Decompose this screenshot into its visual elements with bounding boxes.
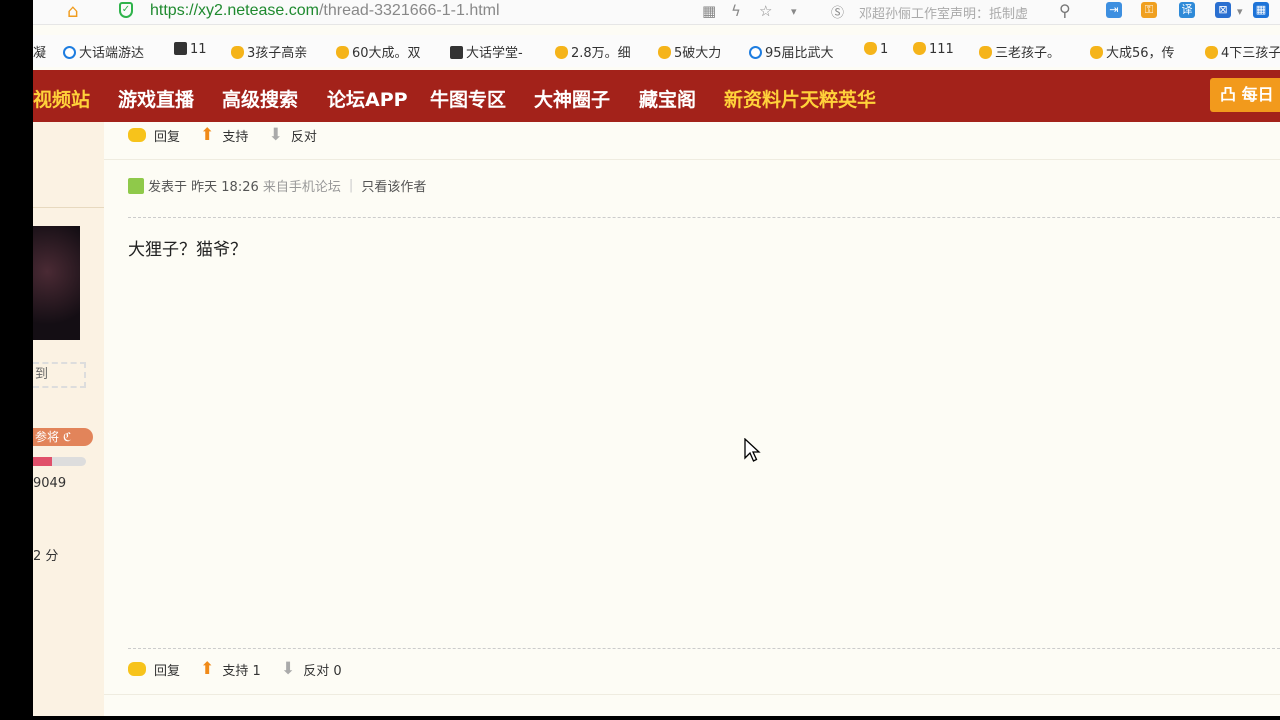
post-time: 昨天 18:26 [191,180,259,195]
support-button[interactable]: 支持 [222,126,248,145]
arrow-up-icon: ⬆ [200,659,215,679]
login-icon[interactable]: ⇥ [1106,2,1122,18]
bookmark-star-icon [231,46,244,59]
bookmark-item[interactable]: 5破大力 [658,42,721,61]
bookmark-item[interactable]: 4下三孩子 [1205,42,1280,61]
bookmark-star-icon [555,46,568,59]
url-path: /thread-3321666-1-1.html [318,2,500,19]
bookmark-item[interactable]: 3孩子高亲 [231,42,307,61]
bookmark-item[interactable]: 大成56，传 [1090,42,1175,61]
separator: | [348,178,354,193]
nav-video-station[interactable]: 视频站 [33,85,90,112]
stat-value: 9049 [33,476,67,491]
ssearch-icon: Ⓢ [831,6,845,21]
support-button[interactable]: 支持 1 [222,660,260,679]
arrow-down-icon: ⬇ [268,125,283,145]
url-field[interactable]: https://xy2.netease.com/thread-3321666-1… [150,2,500,20]
home-icon[interactable]: ⌂ [67,1,78,22]
qr-code-icon[interactable]: ▦ [702,2,716,20]
ie-icon [749,46,762,59]
post-actions-top: 回复 ⬆ 支持 ⬇ 反对 [128,125,317,149]
divider [128,648,1280,649]
game-icon [174,42,187,55]
author-sidebar [33,122,104,716]
bookmark-star-icon [979,46,992,59]
oppose-button[interactable]: 反对 [291,126,317,145]
divider [104,159,1280,160]
nav-treasure[interactable]: 藏宝阁 [639,85,696,112]
nav-live[interactable]: 游戏直播 [118,85,194,112]
reply-button[interactable]: 回复 [154,126,180,145]
bookmark-item[interactable]: 凝 [33,42,46,61]
bookmark-star-icon [1205,46,1218,59]
checkin-button[interactable]: 到 [33,362,86,388]
rank-badge: 参将 ℭ [33,428,93,446]
grid-app-icon[interactable]: ▦ [1253,2,1269,18]
chevron-down-icon[interactable]: ▾ [791,5,797,18]
search-icon[interactable]: ⚲ [1059,1,1071,20]
bookmark-item[interactable]: 2.8万。细 [555,42,631,61]
ie-icon [63,46,76,59]
divider [33,207,104,208]
bookmark-item[interactable]: 111 [913,42,954,57]
nav-advanced-search[interactable]: 高级搜索 [222,85,298,112]
post-body: 大狸子？猫爷？ [128,240,247,260]
nav-pictures[interactable]: 牛图专区 [430,85,506,112]
nav-new-expansion[interactable]: 新资料片天粹英华 [724,85,876,112]
bookmark-item[interactable]: 大话端游达 [63,42,144,61]
arrow-down-icon: ⬇ [280,659,296,679]
swirl-icon: ℭ [62,430,72,444]
author-only-link[interactable]: 只看该作者 [361,180,426,195]
bookmark-item[interactable]: 三老孩子。 [979,42,1060,61]
level-progress [33,457,86,466]
reply-icon [128,662,146,676]
reply-icon [128,128,146,142]
bookmarks-bar: 凝 大话端游达 11 3孩子高亲 60大成。双 大话学堂- 2.8万。细 5破大… [33,35,1280,67]
address-bar: ⌂ ✓ https://xy2.netease.com/thread-33216… [33,0,1280,25]
arrow-up-icon: ⬆ [200,125,215,145]
bookmark-star-icon [864,42,877,55]
chevron-down-icon[interactable]: ▾ [1237,5,1243,18]
bookmark-star-icon [1090,46,1103,59]
lightning-icon[interactable]: ϟ [731,2,741,20]
key-icon[interactable]: ⚿ [1141,2,1157,18]
browser-viewport: ⌂ ✓ https://xy2.netease.com/thread-33216… [33,0,1280,716]
avatar[interactable] [33,226,80,340]
post-source: 来自手机论坛 [262,180,341,195]
divider [128,217,1280,218]
bookmark-star-icon [913,42,926,55]
nav-forum-app[interactable]: 论坛APP [327,85,408,112]
news-ticker[interactable]: 邓超孙俪工作室声明：抵制虚 [859,3,1028,22]
user-icon [128,177,144,194]
thumb-icon: 凸 [1220,85,1242,104]
game-icon [450,46,463,59]
stat-value: 2 分 [33,549,59,564]
extension-icon[interactable]: ⊠ [1215,2,1231,18]
bookmark-star-icon [658,46,671,59]
post-content: 回复 ⬆ 支持 ⬇ 反对 发表于 昨天 18:26 来自手机论坛 | 只看该作者 大狸子… [104,122,1280,716]
bookmark-item[interactable]: 60大成。双 [336,42,421,61]
forum-nav-bar: 视频站 游戏直播 高级搜索 论坛APP 牛图专区 大神圈子 藏宝阁 新资料片天粹… [33,70,1280,122]
bookmark-item[interactable]: 1 [864,42,888,57]
reply-button[interactable]: 回复 [154,660,180,679]
post-actions-bottom: 回复 ⬆ 支持 1 ⬇ 反对 0 [128,659,342,683]
nav-circles[interactable]: 大神圈子 [534,85,610,112]
daily-button[interactable]: 凸 每日 [1210,78,1280,112]
bookmark-item[interactable]: 11 [174,42,207,57]
translate-icon[interactable]: 译 [1179,2,1195,18]
oppose-button[interactable]: 反对 0 [303,660,341,679]
star-bookmark-icon[interactable]: ☆ [759,2,772,20]
bookmark-star-icon [336,46,349,59]
divider [104,694,1280,695]
url-host: https://xy2.netease.com [150,2,319,19]
secure-shield-icon[interactable]: ✓ [119,2,133,18]
post-meta: 发表于 昨天 18:26 来自手机论坛 | 只看该作者 [128,176,426,195]
bookmark-item[interactable]: 大话学堂- [450,42,523,61]
bookmark-item[interactable]: 95届比武大 [749,42,834,61]
